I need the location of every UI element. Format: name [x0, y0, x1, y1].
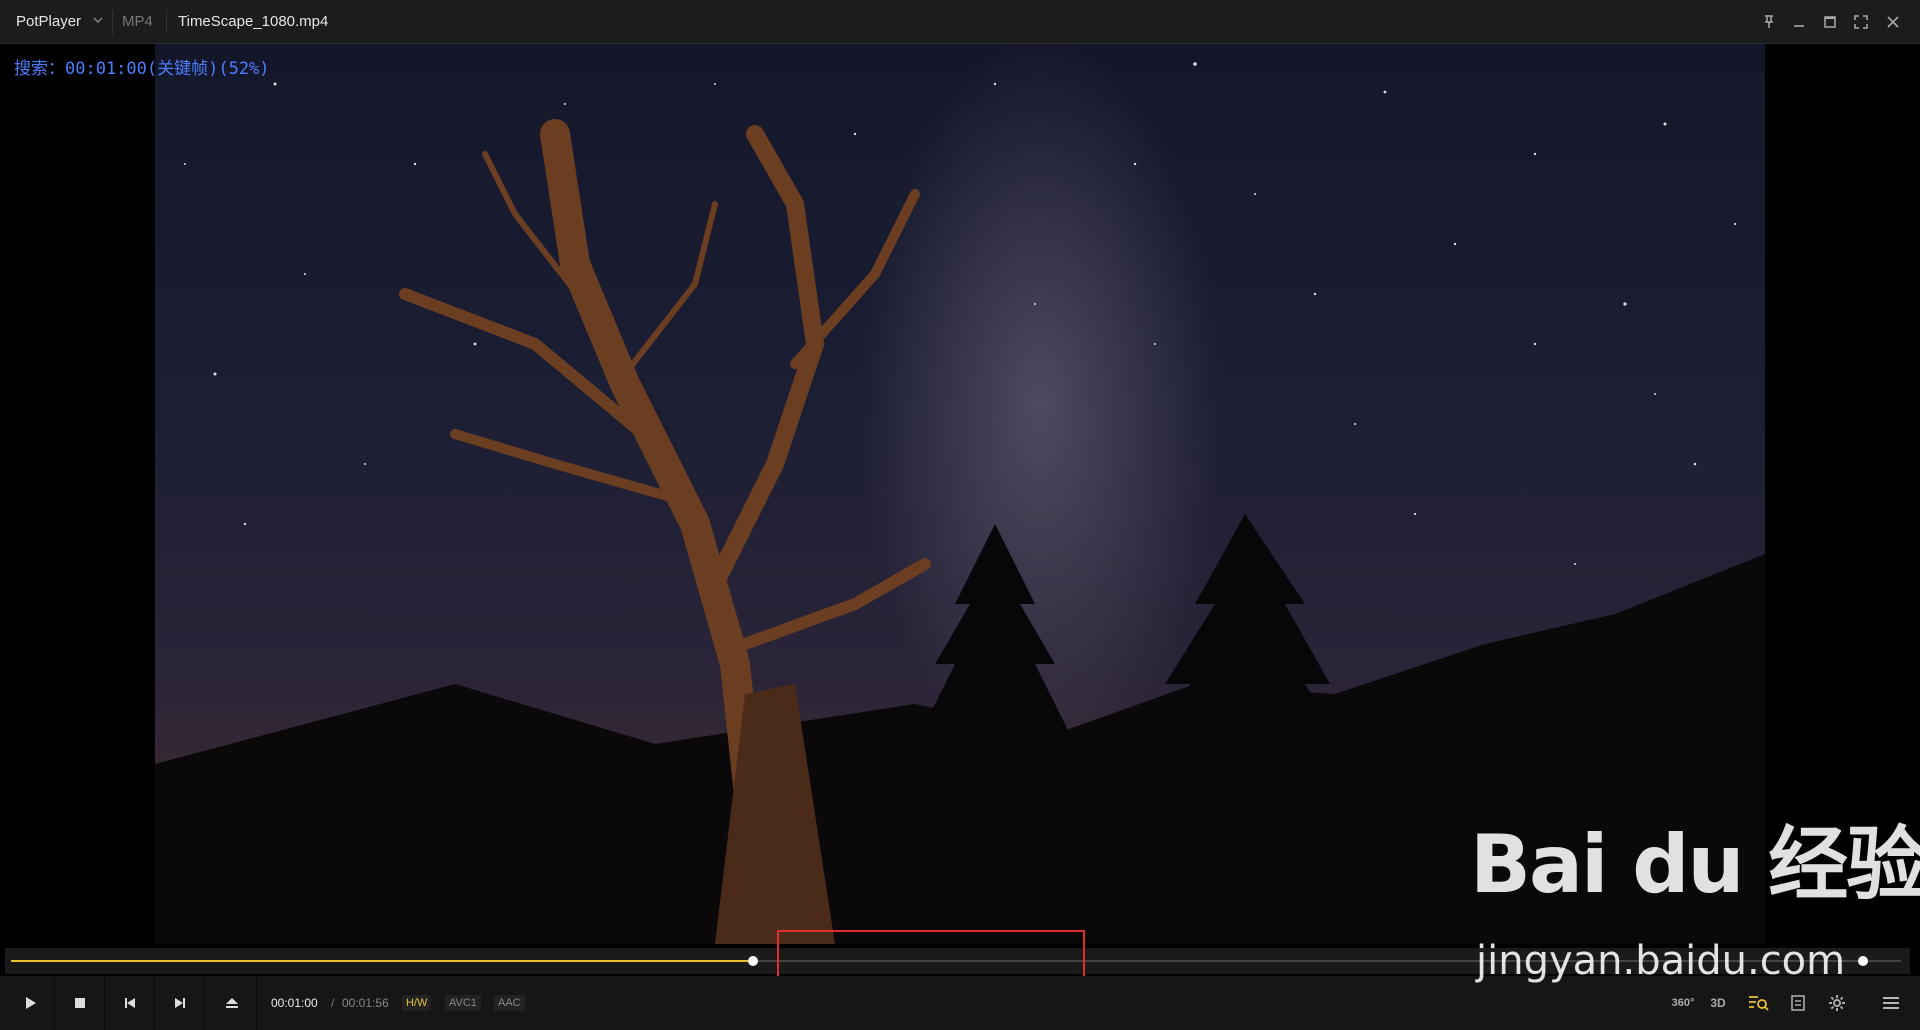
pine-tree	[915, 524, 1075, 744]
baidu-logo: Bai du 经验	[1470, 818, 1920, 911]
seek-thumb[interactable]	[748, 956, 758, 966]
skip-forward-icon	[174, 998, 185, 1008]
watermark-url: jingyan.baidu.com	[1476, 938, 1846, 984]
app-menu-button[interactable]: PotPlayer	[16, 0, 81, 44]
audio-codec-badge[interactable]: AAC	[494, 995, 525, 1011]
3d-button[interactable]: 3D	[1706, 991, 1730, 1015]
playlist-search-icon	[1749, 996, 1769, 1011]
control-bar: 00:01:00 / 00:01:56 H/W AVC1 AAC 360° 3D	[0, 976, 1920, 1030]
time-separator: /	[331, 996, 335, 1010]
seek-progress-fill	[11, 960, 753, 962]
chapter-button[interactable]	[1786, 991, 1810, 1015]
stop-button[interactable]	[55, 976, 105, 1030]
gear-icon	[1829, 995, 1845, 1011]
seek-osd-text: 搜索：00:01:00(关键帧)(52%)	[14, 59, 270, 79]
main-menu-button[interactable]	[1879, 991, 1903, 1015]
close-icon[interactable]	[1883, 12, 1903, 32]
vr360-button[interactable]: 360°	[1668, 991, 1698, 1015]
eject-icon	[225, 998, 238, 1008]
divider	[112, 10, 113, 34]
chevron-down-icon[interactable]	[92, 14, 104, 26]
previous-button[interactable]	[105, 976, 155, 1030]
play-button[interactable]	[5, 976, 55, 1030]
video-frame[interactable]	[155, 44, 1765, 944]
current-time: 00:01:00	[271, 996, 318, 1010]
video-codec-badge[interactable]: AVC1	[445, 995, 481, 1011]
minimize-icon[interactable]	[1789, 12, 1809, 32]
fullscreen-icon[interactable]	[1851, 12, 1871, 32]
format-label: MP4	[122, 13, 153, 30]
document-icon	[1791, 995, 1805, 1011]
playlist-search-button[interactable]	[1747, 991, 1771, 1015]
eject-button[interactable]	[207, 976, 257, 1030]
pin-icon[interactable]	[1759, 12, 1779, 32]
title-bar: PotPlayer MP4 TimeScape_1080.mp4	[0, 0, 1920, 44]
file-name: TimeScape_1080.mp4	[178, 13, 329, 30]
stop-icon	[74, 998, 85, 1008]
pine-tree	[1145, 514, 1355, 764]
hw-decoder-badge[interactable]: H/W	[402, 995, 432, 1011]
hamburger-menu-icon	[1883, 997, 1899, 1009]
stars	[184, 62, 1737, 565]
settings-button[interactable]	[1825, 991, 1849, 1015]
video-scene	[155, 62, 1765, 944]
ab-end-marker[interactable]	[1858, 956, 1868, 966]
divider	[166, 10, 167, 34]
play-icon	[25, 997, 36, 1009]
next-button[interactable]	[155, 976, 205, 1030]
maximize-icon[interactable]	[1820, 12, 1840, 32]
skip-back-icon	[124, 998, 135, 1008]
total-time: 00:01:56	[342, 996, 389, 1010]
